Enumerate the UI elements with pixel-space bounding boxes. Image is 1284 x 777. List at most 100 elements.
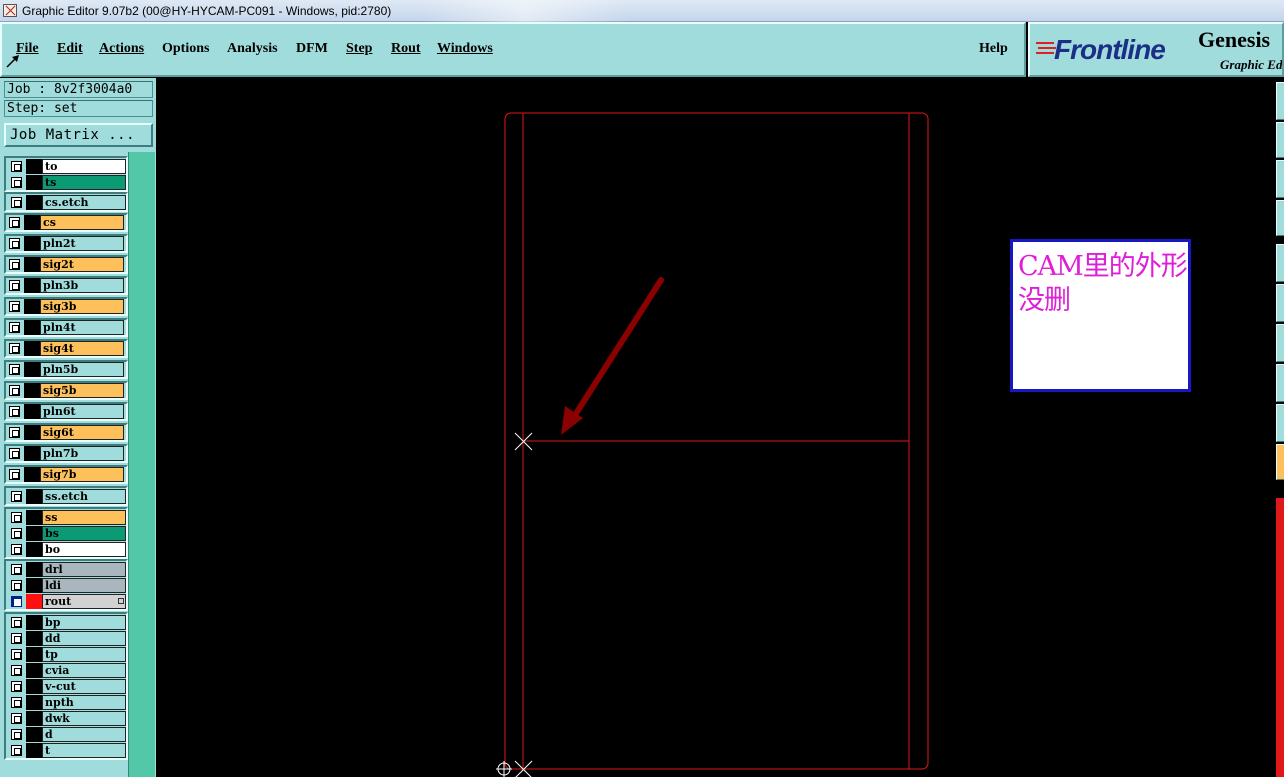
layer-row-dd[interactable]: dd <box>8 631 126 646</box>
layer-affected-checkbox[interactable] <box>11 649 22 660</box>
right-tool-button[interactable] <box>1276 444 1284 480</box>
layer-affected-checkbox[interactable] <box>9 364 20 375</box>
layer-affected-checkbox[interactable] <box>9 448 20 459</box>
right-tool-button[interactable] <box>1276 160 1284 198</box>
menu-actions[interactable]: Actions <box>99 41 144 57</box>
right-tool-button[interactable] <box>1276 284 1284 322</box>
layer-display-swatch[interactable] <box>24 299 40 314</box>
layer-row-pln6t[interactable]: pln6t <box>4 402 128 421</box>
layer-row-sig3b[interactable]: sig3b <box>4 297 128 316</box>
layer-name[interactable]: ts <box>42 175 126 190</box>
layer-row-cs[interactable]: cs <box>4 213 128 232</box>
graphics-canvas[interactable] <box>156 78 1276 777</box>
layer-list-scrollbar[interactable] <box>128 152 155 777</box>
layer-row-dwk[interactable]: dwk <box>8 711 126 726</box>
layer-display-swatch[interactable] <box>26 663 42 678</box>
layer-display-swatch[interactable] <box>26 631 42 646</box>
layer-display-swatch[interactable] <box>26 489 42 504</box>
layer-affected-checkbox[interactable] <box>11 197 22 208</box>
layer-name[interactable]: sig3b <box>40 299 124 314</box>
layer-row-pln7b[interactable]: pln7b <box>4 444 128 463</box>
layer-display-swatch[interactable] <box>26 647 42 662</box>
layer-affected-checkbox[interactable] <box>9 322 20 333</box>
layer-affected-checkbox[interactable] <box>9 301 20 312</box>
layer-name[interactable]: pln3b <box>40 278 124 293</box>
layer-row-ss[interactable]: ss <box>8 510 126 525</box>
layer-affected-checkbox[interactable] <box>9 427 20 438</box>
layer-name[interactable]: t <box>42 743 126 758</box>
layer-name[interactable]: bp <box>42 615 126 630</box>
layer-display-swatch[interactable] <box>24 278 40 293</box>
layer-affected-checkbox[interactable] <box>9 238 20 249</box>
layer-affected-checkbox[interactable] <box>11 528 22 539</box>
menu-step[interactable]: Step <box>346 41 372 57</box>
layer-display-swatch[interactable] <box>26 510 42 525</box>
layer-row-d[interactable]: d <box>8 727 126 742</box>
layer-name[interactable]: pln4t <box>40 320 124 335</box>
right-tool-button[interactable] <box>1276 122 1284 158</box>
layer-row-ss.etch[interactable]: ss.etch <box>8 489 126 504</box>
layer-name[interactable]: v-cut <box>42 679 126 694</box>
layer-name[interactable]: sig4t <box>40 341 124 356</box>
layer-affected-checkbox[interactable] <box>11 177 22 188</box>
layer-affected-checkbox[interactable] <box>11 665 22 676</box>
layer-row-t[interactable]: t <box>8 743 126 758</box>
layer-row-bp[interactable]: bp <box>8 615 126 630</box>
layer-affected-checkbox[interactable] <box>9 217 20 228</box>
layer-row-sig6t[interactable]: sig6t <box>4 423 128 442</box>
menu-windows[interactable]: Windows <box>437 41 493 57</box>
layer-affected-checkbox[interactable] <box>9 406 20 417</box>
layer-row-ts[interactable]: ts <box>8 175 126 190</box>
layer-display-swatch[interactable] <box>26 159 42 174</box>
layer-affected-checkbox[interactable] <box>11 633 22 644</box>
layer-row-sig7b[interactable]: sig7b <box>4 465 128 484</box>
layer-row-bs[interactable]: bs <box>8 526 126 541</box>
layer-row-sig2t[interactable]: sig2t <box>4 255 128 274</box>
menu-options[interactable]: Options <box>162 41 209 57</box>
layer-affected-checkbox[interactable] <box>11 681 22 692</box>
layer-display-swatch[interactable] <box>26 594 42 609</box>
layer-name[interactable]: dwk <box>42 711 126 726</box>
right-tool-button[interactable] <box>1276 364 1284 402</box>
menu-file[interactable]: File <box>16 41 39 57</box>
layer-name[interactable]: tp <box>42 647 126 662</box>
layer-name[interactable]: cvia <box>42 663 126 678</box>
layer-row-to[interactable]: to <box>8 159 126 174</box>
layer-display-swatch[interactable] <box>26 711 42 726</box>
layer-display-swatch[interactable] <box>26 743 42 758</box>
right-tool-button[interactable] <box>1276 404 1284 442</box>
layer-display-swatch[interactable] <box>26 542 42 557</box>
layer-name[interactable]: sig6t <box>40 425 124 440</box>
layer-name[interactable]: d <box>42 727 126 742</box>
layer-display-swatch[interactable] <box>24 404 40 419</box>
layer-display-swatch[interactable] <box>26 195 42 210</box>
layer-row-sig5b[interactable]: sig5b <box>4 381 128 400</box>
layer-affected-checkbox[interactable] <box>9 280 20 291</box>
layer-name[interactable]: ss <box>42 510 126 525</box>
layer-display-swatch[interactable] <box>24 236 40 251</box>
layer-display-swatch[interactable] <box>24 362 40 377</box>
layer-affected-checkbox[interactable] <box>11 580 22 591</box>
layer-affected-checkbox[interactable] <box>11 596 22 607</box>
layer-display-swatch[interactable] <box>24 320 40 335</box>
layer-row-sig4t[interactable]: sig4t <box>4 339 128 358</box>
layer-row-tp[interactable]: tp <box>8 647 126 662</box>
layer-row-pln4t[interactable]: pln4t <box>4 318 128 337</box>
layer-display-swatch[interactable] <box>24 341 40 356</box>
layer-name[interactable]: bs <box>42 526 126 541</box>
layer-name[interactable]: cs <box>40 215 124 230</box>
right-tool-button[interactable] <box>1276 200 1284 236</box>
menu-analysis[interactable]: Analysis <box>227 41 278 57</box>
layer-affected-checkbox[interactable] <box>11 161 22 172</box>
layer-name[interactable]: drl <box>42 562 126 577</box>
layer-row-rout[interactable]: rout <box>8 594 126 609</box>
layer-display-swatch[interactable] <box>26 615 42 630</box>
layer-affected-checkbox[interactable] <box>9 469 20 480</box>
right-tool-button[interactable] <box>1276 324 1284 362</box>
layer-name[interactable]: to <box>42 159 126 174</box>
layer-affected-checkbox[interactable] <box>9 385 20 396</box>
layer-display-swatch[interactable] <box>26 526 42 541</box>
menu-edit[interactable]: Edit <box>57 41 83 57</box>
layer-row-ldi[interactable]: ldi <box>8 578 126 593</box>
layer-row-pln3b[interactable]: pln3b <box>4 276 128 295</box>
